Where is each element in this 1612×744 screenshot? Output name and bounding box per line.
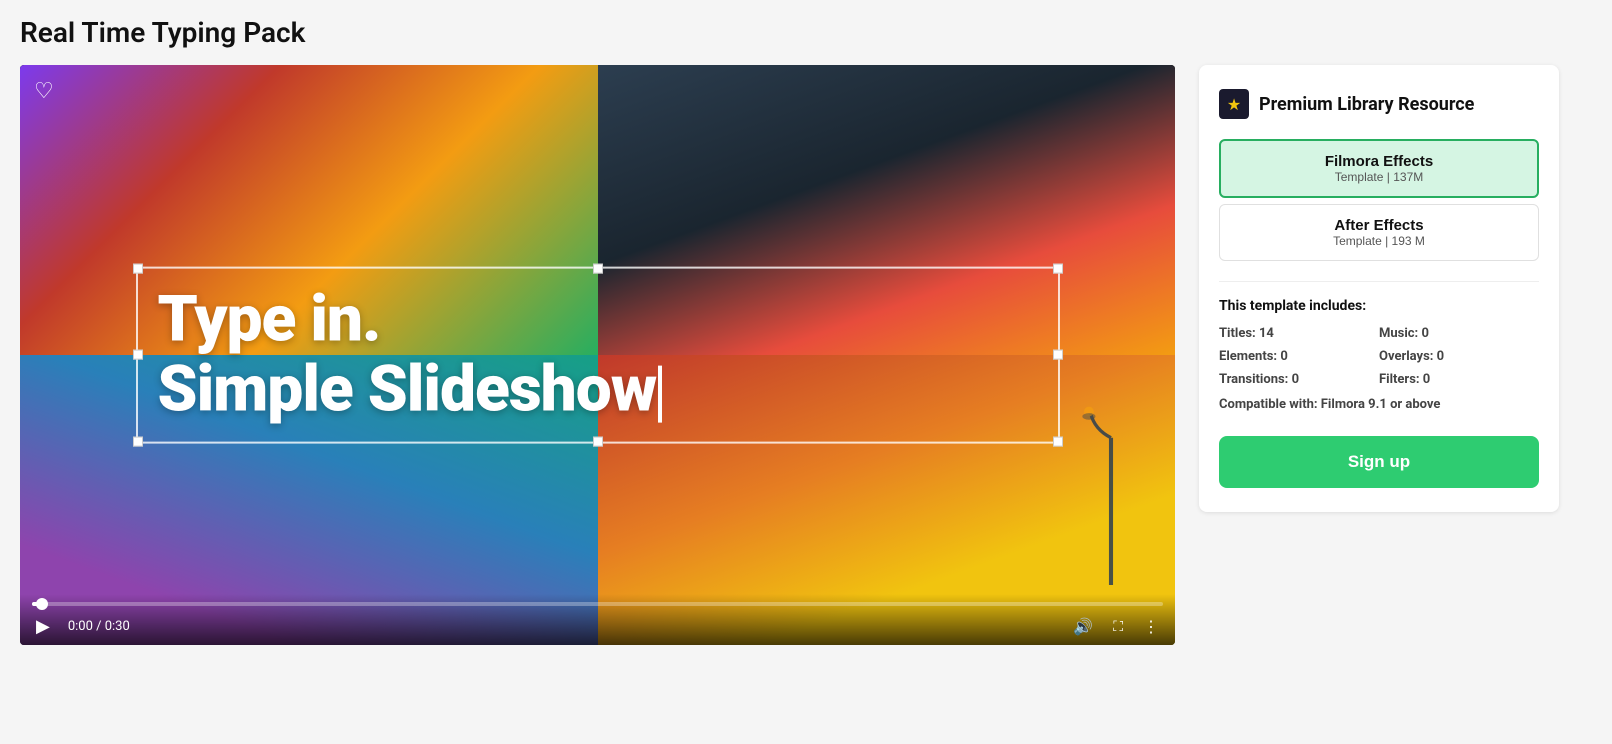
fullscreen-icon: ⛶ xyxy=(1113,618,1123,635)
filters-item: Filters: 0 xyxy=(1379,370,1539,389)
handle-bm xyxy=(593,436,603,446)
filmora-effects-button[interactable]: Filmora Effects Template | 137M xyxy=(1219,139,1539,198)
handle-tl xyxy=(133,264,143,274)
music-item: Music: 0 xyxy=(1379,324,1539,343)
premium-badge: ★ Premium Library Resource xyxy=(1219,89,1539,119)
transitions-value: 0 xyxy=(1292,372,1299,387)
ae-btn-title: After Effects xyxy=(1236,217,1522,234)
elements-label: Elements: xyxy=(1219,349,1277,364)
elements-item: Elements: 0 xyxy=(1219,347,1379,366)
filters-label: Filters: xyxy=(1379,372,1420,387)
video-wrapper[interactable]: ♡ Type in. xyxy=(20,65,1175,645)
handle-br xyxy=(1053,436,1063,446)
titles-label: Titles: xyxy=(1219,326,1256,341)
signup-button[interactable]: Sign up xyxy=(1219,436,1539,488)
sidebar: ★ Premium Library Resource Filmora Effec… xyxy=(1199,65,1559,512)
compatible-value: Filmora 9.1 or above xyxy=(1321,397,1441,412)
handle-mr xyxy=(1053,350,1063,360)
overlays-value: 0 xyxy=(1437,349,1444,364)
handle-bl xyxy=(133,436,143,446)
overlays-label: Overlays: xyxy=(1379,349,1433,364)
titles-value: 14 xyxy=(1259,326,1274,341)
time-display: 0:00 / 0:30 xyxy=(68,619,130,634)
page-container: Real Time Typing Pack xyxy=(0,0,1612,744)
selection-box: Type in. Simple Slideshow xyxy=(136,267,1060,444)
titles-item: Titles: 14 xyxy=(1219,324,1379,343)
handle-tm xyxy=(593,264,603,274)
content-row: ♡ Type in. xyxy=(20,65,1592,645)
controls-row: ▶ 0:00 / 0:30 🔊 ⛶ ⋮ xyxy=(32,614,1163,639)
page-title: Real Time Typing Pack xyxy=(20,16,1592,49)
compatible-row: Compatible with: Filmora 9.1 or above xyxy=(1219,397,1539,412)
elements-value: 0 xyxy=(1280,349,1287,364)
compatible-label: Compatible with: xyxy=(1219,397,1318,412)
progress-bar[interactable] xyxy=(32,602,1163,606)
street-lamp-icon xyxy=(1076,405,1146,585)
premium-label: Premium Library Resource xyxy=(1259,94,1474,115)
volume-button[interactable]: 🔊 xyxy=(1069,615,1097,639)
more-icon: ⋮ xyxy=(1143,617,1159,637)
includes-grid: Titles: 14 Music: 0 Elements: 0 Overlays… xyxy=(1219,324,1539,389)
controls-right: 🔊 ⛶ ⋮ xyxy=(1069,615,1163,639)
video-text-line1: Type in. xyxy=(158,285,1038,355)
video-main-text: Type in. Simple Slideshow xyxy=(158,285,1038,426)
transitions-label: Transitions: xyxy=(1219,372,1288,387)
heart-button[interactable]: ♡ xyxy=(34,79,54,104)
text-cursor xyxy=(658,365,662,423)
includes-title: This template includes: xyxy=(1219,298,1539,314)
fullscreen-button[interactable]: ⛶ xyxy=(1109,616,1127,637)
video-section: ♡ Type in. xyxy=(20,65,1175,645)
handle-ml xyxy=(133,350,143,360)
play-button[interactable]: ▶ xyxy=(32,614,54,639)
music-label: Music: xyxy=(1379,326,1418,341)
premium-shield-icon: ★ xyxy=(1219,89,1249,119)
progress-dot xyxy=(36,598,48,610)
filmora-btn-title: Filmora Effects xyxy=(1237,153,1521,170)
transitions-item: Transitions: 0 xyxy=(1219,370,1379,389)
progress-fill xyxy=(32,602,43,606)
video-text-line2: Simple Slideshow xyxy=(158,355,1038,425)
play-icon: ▶ xyxy=(36,616,50,637)
filmora-btn-sub: Template | 137M xyxy=(1237,170,1521,184)
volume-icon: 🔊 xyxy=(1073,617,1093,637)
handle-tr xyxy=(1053,264,1063,274)
overlays-item: Overlays: 0 xyxy=(1379,347,1539,366)
template-includes: This template includes: Titles: 14 Music… xyxy=(1219,281,1539,412)
filters-value: 0 xyxy=(1423,372,1430,387)
ae-btn-sub: Template | 193 M xyxy=(1236,234,1522,248)
after-effects-button[interactable]: After Effects Template | 193 M xyxy=(1219,204,1539,261)
video-text-overlay: Type in. Simple Slideshow xyxy=(136,267,1060,444)
more-button[interactable]: ⋮ xyxy=(1139,615,1163,639)
music-value: 0 xyxy=(1421,326,1428,341)
video-controls: ▶ 0:00 / 0:30 🔊 ⛶ ⋮ xyxy=(20,594,1175,645)
download-options: Filmora Effects Template | 137M After Ef… xyxy=(1219,139,1539,261)
